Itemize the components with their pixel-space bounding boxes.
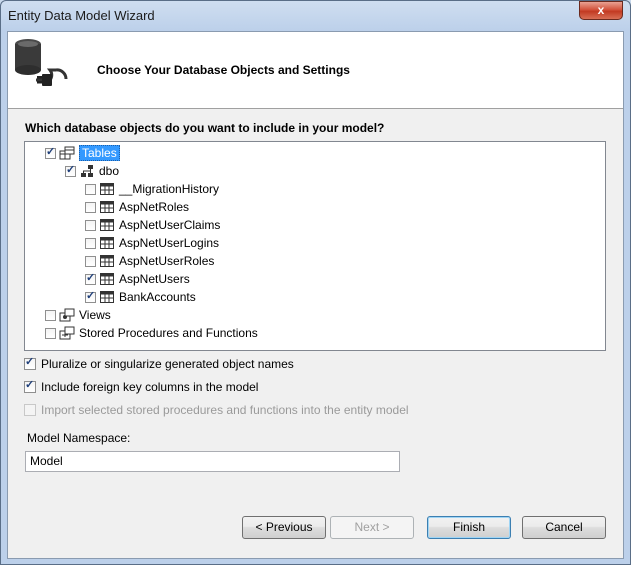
tree-node-table[interactable]: BankAccounts	[85, 288, 196, 306]
pluralize-label: Pluralize or singularize generated objec…	[41, 357, 294, 371]
table-icon	[100, 237, 114, 249]
tree-node-table[interactable]: __MigrationHistory	[85, 180, 219, 198]
previous-button[interactable]: < Previous	[242, 516, 326, 539]
table-icon	[100, 183, 114, 195]
pluralize-option[interactable]: Pluralize or singularize generated objec…	[24, 355, 294, 371]
database-objects-tree[interactable]: Tables dbo __MigrationHistory AspNe	[24, 141, 606, 351]
tree-node-dbo[interactable]: dbo	[65, 162, 119, 180]
window-title: Entity Data Model Wizard	[8, 8, 155, 23]
finish-button[interactable]: Finish	[427, 516, 511, 539]
dbo-checkbox[interactable]	[65, 163, 76, 177]
views-folder-icon	[59, 308, 75, 322]
pluralize-checkbox[interactable]	[24, 355, 36, 370]
table-checkbox[interactable]	[85, 219, 96, 231]
tree-node-label: AspNetUserLogins	[119, 236, 220, 250]
table-checkbox[interactable]	[85, 201, 96, 213]
next-button: Next >	[330, 516, 414, 539]
table-checkbox[interactable]	[85, 255, 96, 267]
table-icon	[100, 255, 114, 267]
model-namespace-input[interactable]: Model	[25, 451, 400, 472]
dialog-client-area: Choose Your Database Objects and Setting…	[7, 31, 624, 559]
tree-node-label: AspNetUserRoles	[119, 254, 215, 268]
table-icon	[100, 273, 114, 285]
tree-node-label: Stored Procedures and Functions	[79, 326, 258, 340]
tree-node-table[interactable]: AspNetUserRoles	[85, 252, 214, 270]
page-title: Choose Your Database Objects and Setting…	[97, 63, 350, 77]
import-procs-label: Import selected stored procedures and fu…	[41, 403, 409, 417]
tree-node-table[interactable]: AspNetUserLogins	[85, 234, 219, 252]
tree-node-table[interactable]: AspNetUsers	[85, 270, 190, 288]
tree-node-table[interactable]: AspNetUserClaims	[85, 216, 220, 234]
import-procs-checkbox	[24, 404, 36, 416]
table-icon	[100, 201, 114, 213]
close-button[interactable]: x	[579, 1, 623, 20]
tables-checkbox[interactable]	[45, 145, 56, 159]
foreign-keys-label: Include foreign key columns in the model	[41, 380, 259, 394]
views-checkbox[interactable]	[45, 309, 56, 321]
import-procs-option: Import selected stored procedures and fu…	[24, 403, 409, 417]
wizard-header: Choose Your Database Objects and Setting…	[8, 32, 623, 109]
tree-node-label: Views	[79, 308, 111, 322]
table-checkbox[interactable]	[85, 271, 96, 285]
tree-node-label: AspNetRoles	[119, 200, 190, 214]
tree-node-tables[interactable]: Tables	[45, 144, 120, 162]
stored-procedures-checkbox[interactable]	[45, 327, 56, 339]
tree-node-label: __MigrationHistory	[119, 182, 220, 196]
foreign-keys-option[interactable]: Include foreign key columns in the model	[24, 378, 259, 394]
tree-node-label: AspNetUserClaims	[119, 218, 221, 232]
stored-procedures-folder-icon	[59, 326, 75, 340]
objects-question-label: Which database objects do you want to in…	[25, 121, 385, 135]
close-icon: x	[597, 3, 605, 17]
tables-folder-icon	[59, 146, 75, 160]
title-bar[interactable]: Entity Data Model Wizard x	[1, 1, 630, 31]
model-namespace-label: Model Namespace:	[27, 431, 131, 445]
tree-node-label: Tables	[79, 145, 120, 161]
tree-node-views[interactable]: Views	[45, 306, 111, 324]
tree-node-label: dbo	[99, 164, 120, 178]
table-icon	[100, 219, 114, 231]
foreign-keys-checkbox[interactable]	[24, 378, 36, 393]
table-icon	[100, 291, 114, 303]
table-checkbox[interactable]	[85, 289, 96, 303]
table-checkbox[interactable]	[85, 237, 96, 249]
table-checkbox[interactable]	[85, 183, 96, 195]
wizard-window: Entity Data Model Wizard x Choose Your D…	[0, 0, 631, 565]
tree-node-label: AspNetUsers	[119, 272, 190, 286]
cancel-button[interactable]: Cancel	[522, 516, 606, 539]
schema-icon	[81, 165, 93, 177]
database-connection-icon	[15, 39, 68, 86]
tree-node-label: BankAccounts	[119, 290, 196, 304]
tree-node-stored-procedures[interactable]: Stored Procedures and Functions	[45, 324, 258, 342]
tree-node-table[interactable]: AspNetRoles	[85, 198, 189, 216]
